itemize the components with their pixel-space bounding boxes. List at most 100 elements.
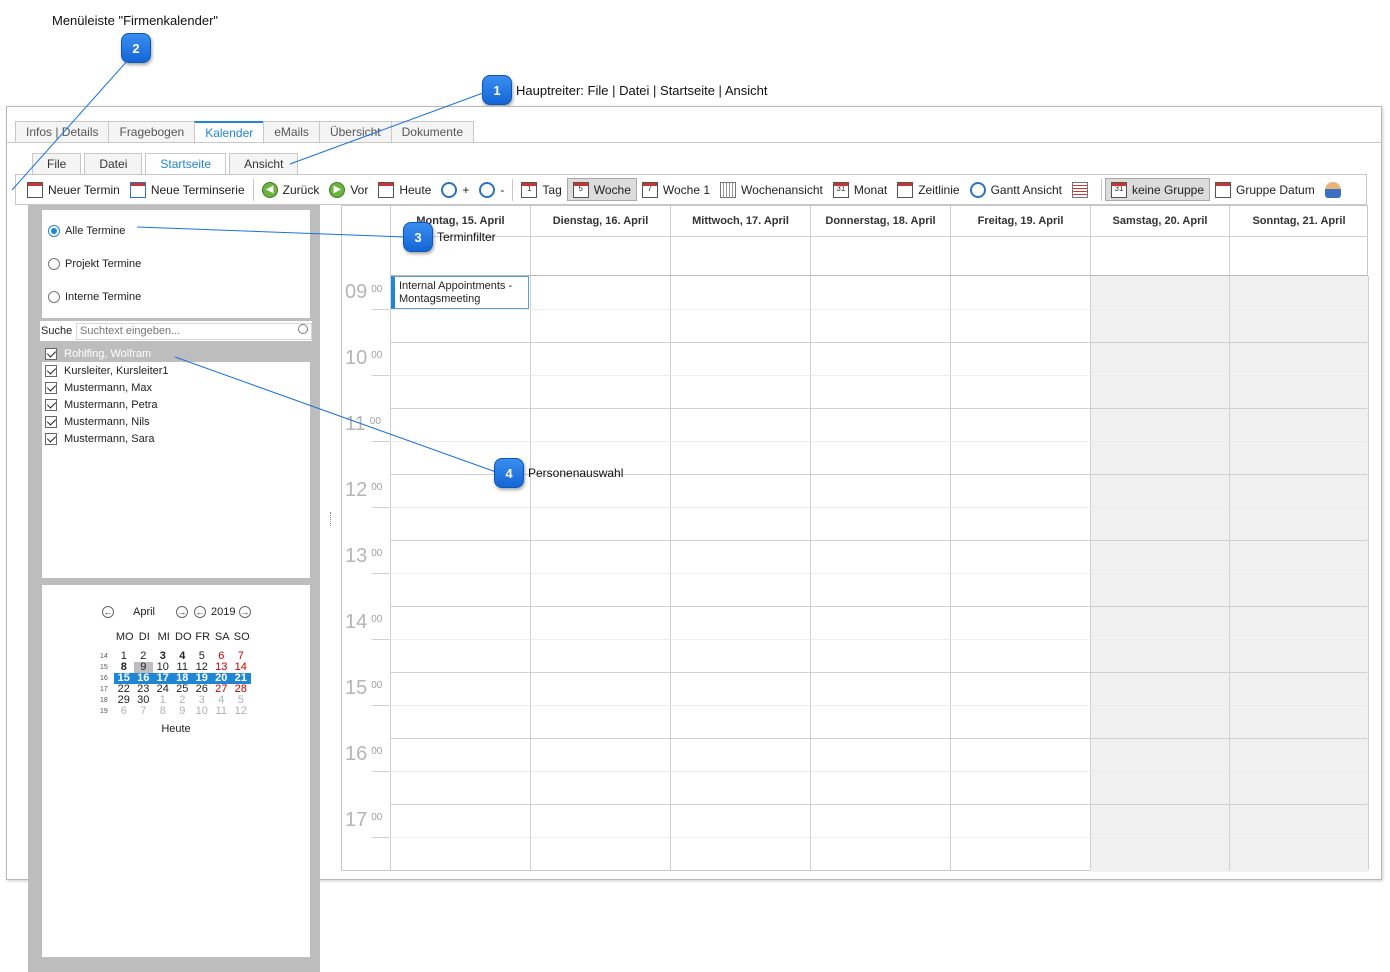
main-tab-3[interactable]: eMails (263, 121, 320, 143)
mini-calendar-week: 19 6 7 8 9 10 11 12 (100, 706, 251, 717)
timeline-button[interactable]: Zeitlinie (892, 178, 964, 201)
day-column-header[interactable]: Sonntag, 21. April (1229, 206, 1368, 237)
person-item[interactable]: Rohlfing, Wolfram (42, 345, 310, 362)
all-day-cell[interactable] (530, 237, 670, 276)
person-name: Mustermann, Sara (64, 432, 155, 445)
month-calendar-icon: 31 (832, 181, 849, 198)
day-column-header[interactable]: Samstag, 20. April (1090, 206, 1229, 237)
search-icon[interactable] (298, 324, 308, 334)
main-tab-1[interactable]: Fragebogen (108, 121, 196, 143)
person-checkbox[interactable] (45, 415, 57, 428)
day-column-header[interactable]: Dienstag, 16. April (530, 206, 670, 237)
new-appointment-button[interactable]: Neuer Termin (22, 178, 125, 201)
all-day-cell[interactable] (1229, 237, 1368, 276)
filter-project-radio[interactable]: Projekt Termine (48, 258, 141, 270)
today-button[interactable]: Heute (373, 178, 436, 201)
mini-calendar-day[interactable]: 9 (173, 706, 193, 717)
person-item[interactable]: Kursleiter, Kursleiter1 (42, 362, 310, 379)
week-overview-button[interactable]: Wochenansicht (715, 178, 828, 201)
person-checkbox[interactable] (45, 398, 57, 411)
person-item[interactable]: Mustermann, Petra (42, 396, 310, 413)
mini-calendar-day[interactable]: 10 (192, 706, 212, 717)
ribbon-tab-startseite[interactable]: Startseite (145, 153, 227, 175)
group-person-button[interactable] (1320, 178, 1351, 201)
minutes-value: 00 (371, 350, 383, 361)
half-hour-tick (372, 507, 390, 508)
minutes-value: 00 (371, 548, 383, 559)
person-checkbox[interactable] (45, 432, 57, 445)
weekday-header: MO DI MI DO FR SA SO (115, 631, 252, 643)
mini-calendar-day[interactable]: 11 (212, 706, 232, 717)
half-hour-tick (372, 705, 390, 706)
today-link[interactable]: Heute (42, 723, 310, 735)
ribbon-tab-file[interactable]: File (32, 153, 82, 175)
prev-year-icon[interactable]: ← (194, 606, 206, 618)
no-group-button[interactable]: 31 keine Gruppe (1104, 178, 1210, 201)
mini-calendar-year: 2019 (211, 606, 236, 618)
mini-calendar-day[interactable]: 6 (114, 706, 134, 717)
group-date-button[interactable]: Gruppe Datum (1210, 178, 1320, 201)
person-item[interactable]: Mustermann, Max (42, 379, 310, 396)
person-checkbox[interactable] (45, 381, 57, 394)
person-item[interactable]: Mustermann, Sara (42, 430, 310, 447)
mini-calendar-day[interactable]: 8 (153, 706, 173, 717)
panel-splitter[interactable] (330, 512, 332, 526)
main-tab-2[interactable]: Kalender (194, 121, 265, 144)
search-input[interactable] (76, 322, 312, 340)
person-checkbox[interactable] (45, 347, 57, 360)
back-button[interactable]: ◀ Zurück (257, 178, 325, 201)
ribbon-tabs: File Datei Startseite Ansicht (32, 153, 301, 175)
day-view-label: Tag (542, 182, 562, 197)
day-column-header[interactable]: Donnerstag, 18. April (810, 206, 950, 237)
group-date-icon (1215, 181, 1231, 198)
timeline-label: Zeitlinie (918, 182, 960, 197)
day-column-header[interactable]: Freitag, 19. April (950, 206, 1090, 237)
minutes-value: 00 (371, 680, 383, 691)
mini-calendar-day[interactable]: 12 (231, 706, 251, 717)
today-label: Heute (399, 182, 432, 197)
weekday-label: DO (175, 631, 192, 643)
mini-calendar-days: 14 1 2 3 4 5 6 7 15 8 9 10 11 12 13 14 16 15 16 17 18 19 20 21 1… (100, 651, 251, 717)
day-view-button[interactable]: 1 Tag (516, 178, 566, 201)
no-group-calendar-icon: 31 (1110, 181, 1127, 198)
zoom-in-button[interactable]: + (436, 178, 474, 201)
all-day-cell[interactable] (1090, 237, 1229, 276)
zoom-out-button[interactable]: - (474, 178, 509, 201)
work-week-view-button[interactable]: 7 Woche 1 (637, 178, 715, 201)
callout-2-text: Menüleiste "Firmenkalender" (52, 13, 219, 28)
next-month-icon[interactable]: → (176, 606, 188, 618)
list-view-button[interactable] (1067, 178, 1098, 201)
filter-internal-radio[interactable]: Interne Termine (48, 291, 141, 303)
ribbon-tab-ansicht[interactable]: Ansicht (229, 153, 299, 175)
all-day-cell[interactable] (810, 237, 950, 276)
half-hour-tick (372, 309, 390, 310)
main-tab-0[interactable]: Infos | Details (15, 121, 110, 143)
half-hour-tick (372, 441, 390, 442)
next-year-icon[interactable]: → (239, 606, 251, 618)
arrow-left-icon: ◀ (261, 181, 278, 198)
group-date-label: Gruppe Datum (1236, 182, 1315, 197)
appointment-montagsmeeting[interactable]: Internal Appointments - Montagsmeeting (391, 276, 529, 309)
all-day-cell[interactable] (670, 237, 810, 276)
callout-1-text: Hauptreiter: File | Datei | Startseite |… (516, 83, 768, 98)
prev-month-icon[interactable]: ← (102, 606, 114, 618)
left-panel: Alle Termine Projekt Termine Interne Ter… (28, 205, 320, 972)
filter-all-radio[interactable]: Alle Termine (48, 225, 125, 237)
ribbon-tab-datei[interactable]: Datei (84, 153, 143, 175)
all-day-cell[interactable] (950, 237, 1090, 276)
new-series-button[interactable]: Neue Terminserie (125, 178, 250, 201)
half-hour-tick (372, 771, 390, 772)
hour-value: 16 (345, 743, 368, 765)
person-item[interactable]: Mustermann, Nils (42, 413, 310, 430)
forward-button[interactable]: ▶ Vor (324, 178, 373, 201)
week-view-button[interactable]: 5 Woche (566, 178, 637, 201)
main-tab-5[interactable]: Dokumente (390, 121, 474, 143)
month-view-button[interactable]: 31 Monat (828, 178, 892, 201)
new-appointment-label: Neuer Termin (48, 182, 120, 197)
day-column-header[interactable]: Mittwoch, 17. April (670, 206, 810, 237)
gantt-view-button[interactable]: Gantt Ansicht (965, 178, 1067, 201)
person-checkbox[interactable] (45, 364, 57, 377)
zoom-out-label: - (500, 182, 505, 197)
mini-calendar-day[interactable]: 7 (134, 706, 154, 717)
main-tab-4[interactable]: Übersicht (318, 121, 392, 143)
